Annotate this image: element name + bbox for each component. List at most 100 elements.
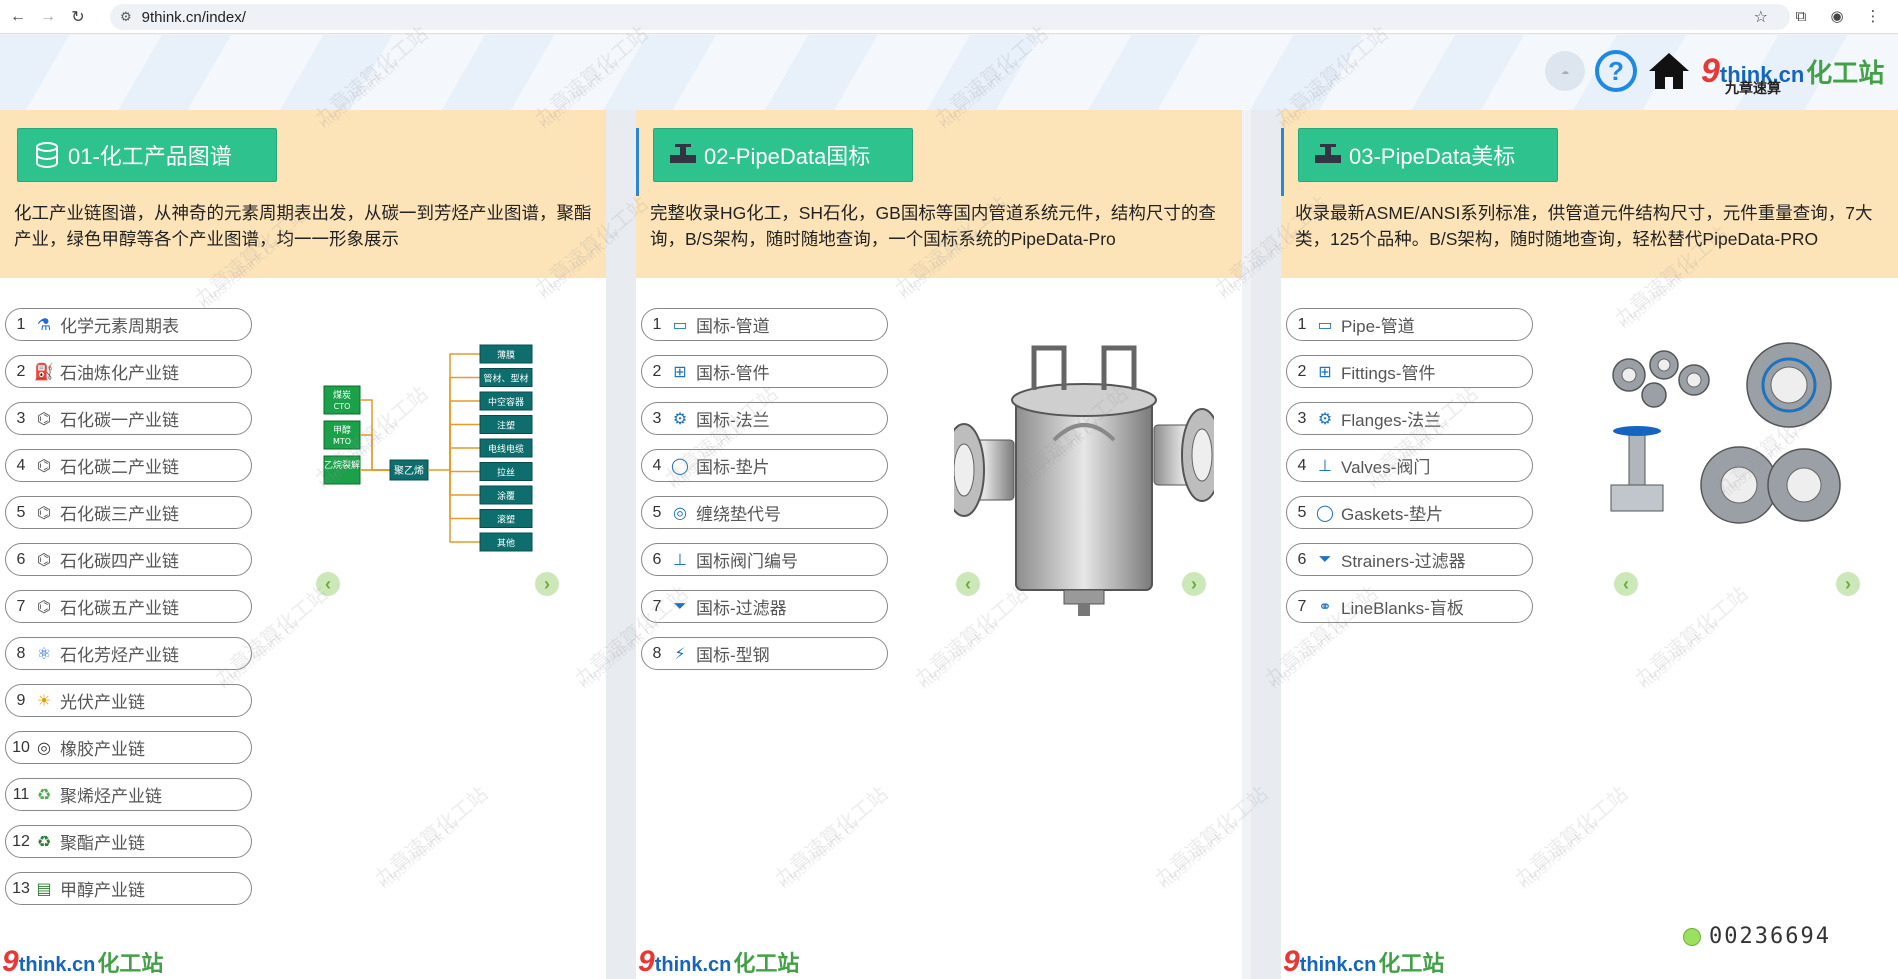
c1-icon: ⌬ [37,410,51,428]
column-description: 收录最新ASME/ANSI系列标准，供管道元件结构尺寸，元件重量查询，7大类，1… [1295,203,1873,249]
site-logo[interactable]: 9 think .cn 化工站 九章速算 [1701,52,1884,96]
extensions-icon[interactable]: ⧉ [1790,5,1812,27]
logo-hua: 化工站 [1378,951,1445,976]
oil-refinery-icon: ⛽ [34,363,54,381]
list-item[interactable]: 4 ⊥ Valves-阀门 [1286,449,1533,482]
column-title-button[interactable]: 03-PipeData美标 [1298,128,1558,182]
column-chem-products: 01-化工产品图谱 化工产业链图谱，从神奇的元素周期表出发，从碳一到芳烃产业图谱… [0,110,606,979]
diagram-product-label: 管材、型材 [483,373,528,385]
item-number: 8 [652,644,662,662]
item-label: 化学元素周期表 [60,317,179,336]
logo-cn: .cn [1347,954,1377,976]
reload-icon[interactable]: ↻ [66,5,90,29]
pipe-icon: ▭ [1317,316,1333,334]
spiral-gasket-icon: ◎ [673,504,687,522]
help-icon[interactable]: ? [1595,50,1637,92]
list-item[interactable]: 2 ⊞ Fittings-管件 [1286,355,1533,388]
carousel-prev-icon[interactable]: ‹ [1614,572,1638,596]
footer-logo: 9 think .cn 化工站 [2,945,163,979]
diagram-source-sub: MTO [333,437,351,446]
list-item[interactable]: 3 ⚙ 国标-法兰 [641,402,888,435]
list-item[interactable]: 4 ⌬ 石化碳二产业链 [5,449,252,482]
list-item[interactable]: 5 ◯ Gaskets-垫片 [1286,496,1533,529]
list-item[interactable]: 7 ⌬ 石化碳五产业链 [5,590,252,623]
list-item[interactable]: 1 ▭ 国标-管道 [641,308,888,341]
footer-logo: 9 think .cn 化工站 [1283,945,1444,979]
item-number: 3 [1297,409,1307,427]
list-item[interactable]: 5 ⌬ 石化碳三产业链 [5,496,252,529]
diagram-product-label: 电线电缆 [488,443,524,455]
column-title: 02-PipeData国标 [704,144,871,169]
carousel-next-icon[interactable]: › [1182,572,1206,596]
logo-nine: 9 [2,945,19,978]
column-title-button[interactable]: 02-PipeData国标 [653,128,913,182]
list-item[interactable]: 7 ⚭ LineBlanks-盲板 [1286,590,1533,623]
item-number: 13 [12,879,30,897]
item-label: 石化碳三产业链 [60,505,179,524]
site-settings-icon[interactable]: ⚙ [120,9,132,25]
list-item[interactable]: 1 ▭ Pipe-管道 [1286,308,1533,341]
item-number: 8 [16,644,26,662]
column-title-button[interactable]: 01-化工产品图谱 [17,128,277,182]
list-item[interactable]: 6 ⌬ 石化碳四产业链 [5,543,252,576]
carousel-prev-icon[interactable]: ‹ [956,572,980,596]
logo-cn: .cn [702,954,732,976]
strainer-image[interactable] [954,330,1214,630]
list-item[interactable]: 6 ⏷ Strainers-过滤器 [1286,543,1533,576]
list-item[interactable]: 8 ⚛ 石化芳烃产业链 [5,637,252,670]
diagram-product-label: 滚塑 [497,514,515,526]
carousel-prev-icon[interactable]: ‹ [316,572,340,596]
item-label: 聚酯产业链 [60,834,145,853]
list-item[interactable]: 13 ▤ 甲醇产业链 [5,872,252,905]
status-dot-icon [1683,927,1701,946]
list-item[interactable]: 7 ⏷ 国标-过滤器 [641,590,888,623]
item-label: 石化芳烃产业链 [60,646,179,665]
strainer-icon: ⏷ [1318,550,1332,568]
c4-icon: ⌬ [37,551,51,569]
back-arrow-icon[interactable]: ← [6,5,30,29]
list-item[interactable]: 3 ⚙ Flanges-法兰 [1286,402,1533,435]
menu-icon[interactable]: ⋮ [1862,5,1884,27]
list-item[interactable]: 12 ♻ 聚酯产业链 [5,825,252,858]
column-description: 完整收录HG化工，SH石化，GB国标等国内管道系统元件，结构尺寸的查询，B/S架… [650,203,1216,249]
list-item[interactable]: 5 ◎ 缠绕垫代号 [641,496,888,529]
item-number: 7 [16,597,26,615]
item-number: 4 [16,456,26,474]
url-text: 9think.cn/index/ [141,8,246,26]
list-item[interactable]: 2 ⛽ 石油炼化产业链 [5,355,252,388]
list-item[interactable]: 11 ♻ 聚烯烃产业链 [5,778,252,811]
solar-icon: ☀ [36,692,52,710]
list-item[interactable]: 4 ◯ 国标-垫片 [641,449,888,482]
bookmark-star-icon[interactable]: ☆ [1754,7,1768,27]
list-item[interactable]: 9 ☀ 光伏产业链 [5,684,252,717]
recycle-icon: ♻ [36,833,52,851]
diagram-source-label: 乙烷裂解 [324,459,360,471]
weather-icon[interactable]: ☁ [1545,51,1585,91]
carousel-next-icon[interactable]: › [1836,572,1860,596]
pipe-fittings-image[interactable] [1599,335,1861,545]
valve-icon: ⊥ [1318,457,1332,475]
list-item[interactable]: 3 ⌬ 石化碳一产业链 [5,402,252,435]
list-item[interactable]: 2 ⊞ 国标-管件 [641,355,888,388]
item-number: 11 [12,785,30,803]
line-blank-icon: ⚭ [1318,598,1332,616]
item-label: 橡胶产业链 [60,740,145,759]
diagram-source-label: 煤炭 [333,389,351,401]
profile-icon[interactable]: ◉ [1826,5,1848,27]
list-item[interactable]: 1 ⚗ 化学元素周期表 [5,308,252,341]
list-item[interactable]: 6 ⊥ 国标阀门编号 [641,543,888,576]
carousel-next-icon[interactable]: › [535,572,559,596]
item-list: 1 ⚗ 化学元素周期表 2 ⛽ 石油炼化产业链 3 ⌬ 石化碳一产业链 4 ⌬ 石化碳二产业链 5 ⌬ 石化… [5,308,252,919]
address-bar[interactable]: ⚙ 9think.cn/index/ ☆ [110,4,1790,30]
list-item[interactable]: 8 ⚡ 国标-型钢 [641,637,888,670]
home-icon[interactable] [1647,51,1691,91]
item-list: 1 ▭ Pipe-管道 2 ⊞ Fittings-管件 3 ⚙ Flanges-法兰 4 ⊥ Valv… [1286,308,1533,637]
valve-icon [668,140,698,170]
diagram-product-label: 拉丝 [497,467,515,479]
browser-toolbar: ← → ↻ ⚙ 9think.cn/index/ ☆ ⧉ ◉ ⋮ [0,0,1898,34]
forward-arrow-icon[interactable]: → [36,5,60,29]
list-item[interactable]: 10 ◎ 橡胶产业链 [5,731,252,764]
item-number: 1 [1297,315,1307,333]
visitor-counter: 00236694 [1683,924,1831,949]
item-label: Pipe-管道 [1341,317,1415,336]
